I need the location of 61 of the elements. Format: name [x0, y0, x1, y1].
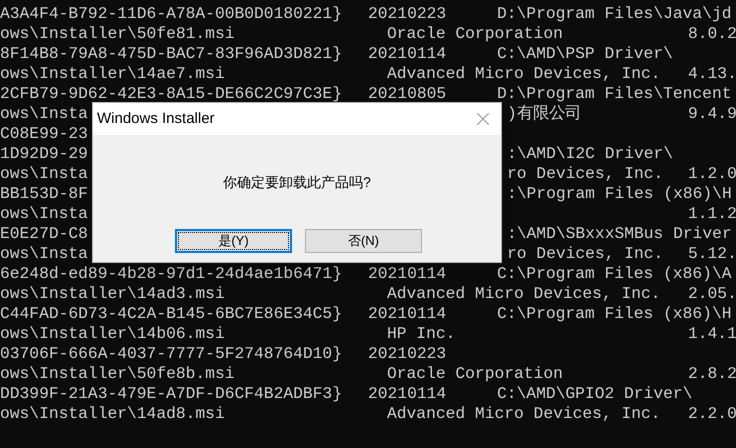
product-code: 8F14B8-79A8-475D-BAC7-83F96AD3D821} [0, 44, 342, 63]
product-code: C44FAD-6D73-4C2A-B145-6BC7E86E34C5} [0, 304, 342, 323]
install-date: 20210114 [368, 264, 446, 283]
install-path: C:\AMD\GPIO2 Driver\ [497, 384, 692, 403]
product-code: DD399F-21A3-479E-A7DF-D6CF4B2ADBF3} [0, 384, 342, 403]
install-date: 20210223 [368, 4, 446, 23]
package-path: ows\Installer\50fe8b.msi [0, 364, 234, 383]
package-path: ows\Insta [0, 104, 88, 123]
publisher-name: Oracle Corporation [387, 364, 563, 383]
package-path: ows\Installer\14ae7.msi [0, 64, 225, 83]
package-path: ows\Insta [0, 164, 88, 183]
version-number: 1.1.2 [688, 204, 736, 223]
install-date: 20210223 [368, 344, 446, 363]
dialog-button[interactable]: 否(N) [305, 229, 422, 253]
product-code: BB153D-8F [0, 184, 88, 203]
version-number: 1.2.0 [688, 164, 736, 183]
version-number: 2.2.0 [688, 404, 736, 423]
publisher-name: ro Devices, Inc. [507, 244, 664, 263]
install-path: :\Program Files (x86)\H [507, 184, 732, 203]
close-icon[interactable] [477, 113, 489, 125]
package-path: ows\Installer\50fe81.msi [0, 24, 234, 43]
publisher-name: Advanced Micro Devices, Inc. [387, 64, 661, 83]
package-path: ows\Installer\14ad3.msi [0, 284, 225, 303]
install-path: C:\Program Files (x86)\A [497, 264, 732, 283]
version-number: 2.05. [688, 284, 736, 303]
version-number: 8.0.2 [688, 24, 736, 43]
package-path: ows\Installer\14ad8.msi [0, 404, 225, 423]
publisher-name: HP Inc. [387, 324, 456, 343]
publisher-name: Oracle Corporation [387, 24, 563, 43]
publisher-name: Advanced Micro Devices, Inc. [387, 284, 661, 303]
package-path: ows\Insta [0, 244, 88, 263]
product-code: 2CFB79-9D62-42E3-8A15-DE66C2C97C3E} [0, 84, 342, 103]
install-path: C:\Program Files (x86)\H [497, 304, 732, 323]
product-code: 6e248d-ed89-4b28-97d1-24d4ae1b6471} [0, 264, 342, 283]
install-date: 20210114 [368, 304, 446, 323]
publisher-name: )有限公司 [507, 104, 581, 123]
package-path: ows\Insta [0, 204, 88, 223]
dialog-button[interactable]: 是(Y) [175, 229, 292, 253]
install-path: :\AMD\I2C Driver\ [507, 144, 674, 163]
install-path: D:\Program Files\Java\jd [497, 4, 732, 23]
dialog-message: 你确定要卸载此产品吗? [223, 173, 371, 192]
install-date: 20210805 [368, 84, 446, 103]
install-path: C:\AMD\PSP Driver\ [497, 44, 673, 63]
version-number: 1.4.1 [688, 324, 736, 343]
version-number: 4.13. [688, 64, 736, 83]
package-path: ows\Installer\14b06.msi [0, 324, 225, 343]
publisher-name: ro Devices, Inc. [507, 164, 664, 183]
install-date: 20210114 [368, 384, 446, 403]
product-code: A3A4F4-B792-11D6-A78A-00B0D0180221} [0, 4, 342, 23]
install-path: D:\Program Files\Tencent [497, 84, 732, 103]
install-date: 20210114 [368, 44, 446, 63]
window-title: Windows Installer [97, 108, 215, 129]
product-code: 03706F-666A-4037-7777-5F2748764D10} [0, 344, 342, 363]
version-number: 9.4.9 [688, 104, 736, 123]
publisher-name: Advanced Micro Devices, Inc. [387, 404, 661, 423]
version-number: 2.8.2 [688, 364, 736, 383]
version-number: 5.12. [688, 244, 736, 263]
product-code: E0E27D-C8 [0, 224, 88, 243]
product-code: 1D92D9-29 [0, 144, 88, 163]
install-path: :\AMD\SBxxxSMBus Driver [507, 224, 732, 243]
product-code: C08E99-23 [0, 124, 88, 143]
